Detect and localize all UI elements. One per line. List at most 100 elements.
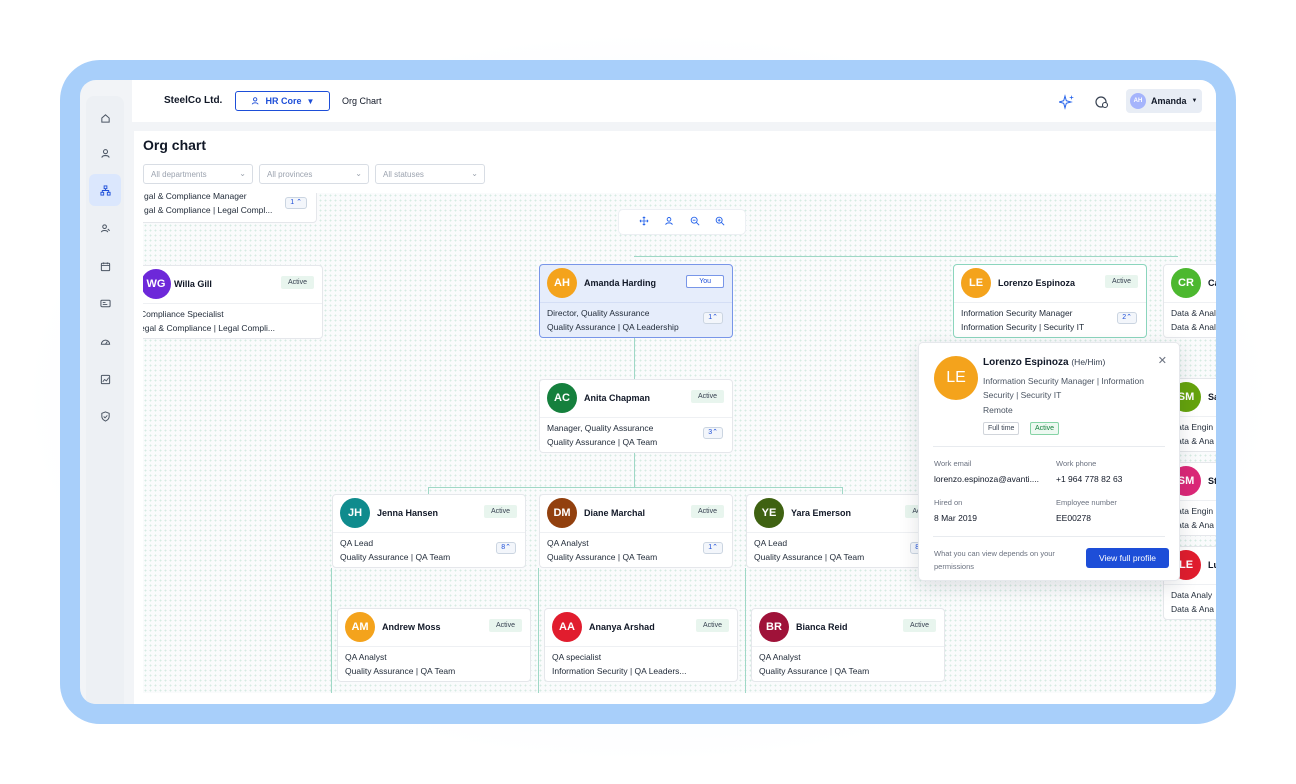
- person-icon[interactable]: [89, 137, 121, 169]
- work-location: Remote: [983, 405, 1013, 415]
- status-badge: Active: [280, 276, 314, 289]
- status-badge: Active: [690, 505, 724, 518]
- reports-count-value: 1: [708, 314, 713, 321]
- divider: [933, 446, 1165, 447]
- reports-count[interactable]: 1⌃: [703, 312, 723, 324]
- job-title: QA Analyst: [759, 652, 801, 662]
- employee-card-partial[interactable]: gal & Compliance Manager gal & Complianc…: [143, 193, 317, 223]
- top-bar: SteelCo Ltd. HR Core ▼ Org Chart AH Aman…: [132, 80, 1216, 122]
- id-card-icon[interactable]: [89, 287, 121, 319]
- module-switcher[interactable]: HR Core ▼: [235, 91, 330, 111]
- job-title: Director, Quality Assurance: [547, 308, 650, 318]
- shield-icon[interactable]: [89, 400, 121, 432]
- report-chart-icon[interactable]: [89, 363, 121, 395]
- employee-name: Amanda Harding: [584, 278, 657, 288]
- avatar: AM: [345, 612, 375, 642]
- divider: [540, 532, 732, 533]
- page-title: Org chart: [143, 137, 207, 153]
- user-menu[interactable]: AH Amanda ▼: [1126, 89, 1202, 113]
- employee-name: Sa: [1208, 392, 1216, 402]
- my-position-icon[interactable]: [664, 213, 674, 231]
- employee-name: Lorenzo Espinoza (He/Him): [983, 357, 1105, 368]
- connector: [634, 256, 1178, 257]
- popup-name: Lorenzo Espinoza: [983, 357, 1069, 368]
- employee-name: Anita Chapman: [584, 393, 651, 403]
- avatar: BR: [759, 612, 789, 642]
- job-title: QA Lead: [754, 538, 788, 548]
- employee-name: Lu: [1208, 560, 1216, 570]
- gauge-icon[interactable]: [89, 325, 121, 357]
- reports-count[interactable]: 1 ⌃: [285, 197, 307, 209]
- connector: [428, 487, 842, 488]
- people-icon: [251, 97, 259, 105]
- work-phone-value[interactable]: +1 964 778 82 63: [1056, 474, 1122, 484]
- avatar: WG: [143, 269, 171, 299]
- connector: [634, 453, 635, 487]
- department: gal & Compliance | Legal Compl...: [144, 205, 273, 215]
- employee-name: Diane Marchal: [584, 508, 646, 518]
- avatar: LE: [934, 356, 978, 400]
- org-chart-icon[interactable]: [89, 174, 121, 206]
- employee-card-jenna-hansen[interactable]: JH Jenna Hansen Active QA Lead Quality A…: [332, 494, 526, 568]
- divider: [1164, 302, 1216, 303]
- employee-card-diane-marchal[interactable]: DM Diane Marchal Active QA Analyst Quali…: [539, 494, 733, 568]
- province-filter[interactable]: All provinces ⌄: [259, 164, 369, 184]
- department: Data & Anal: [1171, 322, 1216, 332]
- employee-card-amanda-harding[interactable]: AH Amanda Harding You Director, Quality …: [539, 264, 733, 338]
- calendar-icon[interactable]: [89, 250, 121, 282]
- breadcrumb[interactable]: Org Chart: [342, 96, 382, 106]
- divider: [933, 536, 1165, 537]
- employee-number-label: Employee number: [1056, 498, 1117, 507]
- status-badge: Active: [1104, 275, 1138, 288]
- employee-card-bianca-reid[interactable]: BR Bianca Reid Active QA Analyst Quality…: [751, 608, 945, 682]
- reports-count-value: 3: [708, 429, 713, 436]
- reports-count[interactable]: 3⌃: [703, 427, 723, 439]
- job-title: QA Lead: [340, 538, 374, 548]
- employee-name: Jenna Hansen: [377, 508, 439, 518]
- view-full-profile-button[interactable]: View full profile: [1086, 548, 1169, 568]
- employee-card-willa-gill[interactable]: WG Willa Gill Active Compliance Speciali…: [143, 265, 323, 339]
- app-window: SteelCo Ltd. HR Core ▼ Org Chart AH Aman…: [80, 80, 1216, 704]
- reports-count-value: 8: [501, 544, 506, 551]
- reports-count[interactable]: 1⌃: [703, 542, 723, 554]
- reports-count-value: 2: [1122, 314, 1127, 321]
- notification-icon[interactable]: [1094, 94, 1110, 110]
- department: Quality Assurance | QA Team: [547, 552, 658, 562]
- job-title: Information Security Manager: [961, 308, 1073, 318]
- work-email-label: Work email: [934, 459, 972, 468]
- reports-count-value: 1: [708, 544, 713, 551]
- employee-name: Bianca Reid: [796, 622, 848, 632]
- move-icon[interactable]: [639, 213, 649, 231]
- department: Information Security | Security IT: [961, 322, 1085, 332]
- department-filter-label: All departments: [151, 170, 207, 179]
- employee-card-anita-chapman[interactable]: AC Anita Chapman Active Manager, Quality…: [539, 379, 733, 453]
- reports-count[interactable]: 2⌃: [1117, 312, 1137, 324]
- employee-card-yara-emerson[interactable]: YE Yara Emerson Acti QA Lead Quality Ass…: [746, 494, 940, 568]
- status-badge: Active: [483, 505, 517, 518]
- employee-card-andrew-moss[interactable]: AM Andrew Moss Active QA Analyst Quality…: [337, 608, 531, 682]
- zoom-toolbar: [618, 209, 746, 235]
- work-email-value[interactable]: lorenzo.espinoza@avanti....: [934, 474, 1039, 484]
- caret-down-icon: ▼: [306, 96, 315, 106]
- zoom-out-icon[interactable]: [690, 213, 700, 231]
- status-filter[interactable]: All statuses ⌄: [375, 164, 485, 184]
- sparkle-icon[interactable]: [1057, 94, 1075, 110]
- people-search-icon[interactable]: [89, 212, 121, 244]
- close-icon[interactable]: ✕: [1158, 354, 1167, 367]
- zoom-in-icon[interactable]: [715, 213, 725, 231]
- status-tag: Active: [1030, 422, 1060, 435]
- divider: [338, 646, 530, 647]
- department: Quality Assurance | QA Team: [547, 437, 658, 447]
- connector: [634, 338, 635, 380]
- home-icon[interactable]: [89, 102, 121, 134]
- employee-card-lorenzo-espinoza[interactable]: LE Lorenzo Espinoza Active Information S…: [953, 264, 1147, 338]
- job-title: QA Analyst: [547, 538, 589, 548]
- status-badge: Active: [695, 619, 729, 632]
- divider: [540, 302, 732, 303]
- reports-count[interactable]: 8⌃: [496, 542, 516, 554]
- work-phone-label: Work phone: [1056, 459, 1097, 468]
- divider: [545, 646, 737, 647]
- employee-card-partial-cr[interactable]: CR Ca Data & Anal Data & Anal: [1163, 264, 1216, 338]
- department-filter[interactable]: All departments ⌄: [143, 164, 253, 184]
- employee-card-ananya-arshad[interactable]: AA Ananya Arshad Active QA specialist In…: [544, 608, 738, 682]
